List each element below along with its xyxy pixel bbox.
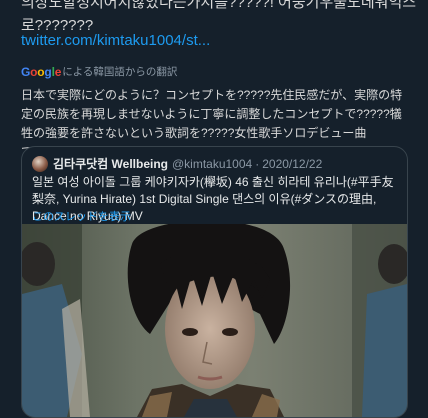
video-frame-image	[22, 224, 407, 417]
tweet-text-line1: 의상도할정지어지않았다는가지를?????! 어중기우물도데워익스	[21, 0, 417, 11]
video-thumbnail[interactable]	[22, 224, 407, 417]
translation-label: による韓国語からの翻訳	[62, 66, 178, 78]
avatar[interactable]	[32, 155, 48, 172]
tweet-link[interactable]: twitter.com/kimtaku1004/st...	[21, 31, 210, 51]
quoted-tweet-date: 2020/12/22	[262, 156, 323, 171]
translation-attribution[interactable]: Google による韓国語からの翻訳	[21, 64, 177, 79]
show-thread-link[interactable]: このスレッドを表示	[32, 208, 131, 224]
quoted-tweet-header: 김타쿠닷컴 Wellbeing @kimtaku1004 · 2020/12/2…	[32, 155, 322, 172]
quoted-author-handle: @kimtaku1004	[171, 156, 253, 171]
quoted-tweet[interactable]: 김타쿠닷컴 Wellbeing @kimtaku1004 · 2020/12/2…	[21, 146, 408, 418]
separator-dot: ·	[255, 156, 260, 171]
google-logo: Google	[21, 64, 62, 79]
quoted-author-name[interactable]: 김타쿠닷컴 Wellbeing	[53, 155, 168, 172]
